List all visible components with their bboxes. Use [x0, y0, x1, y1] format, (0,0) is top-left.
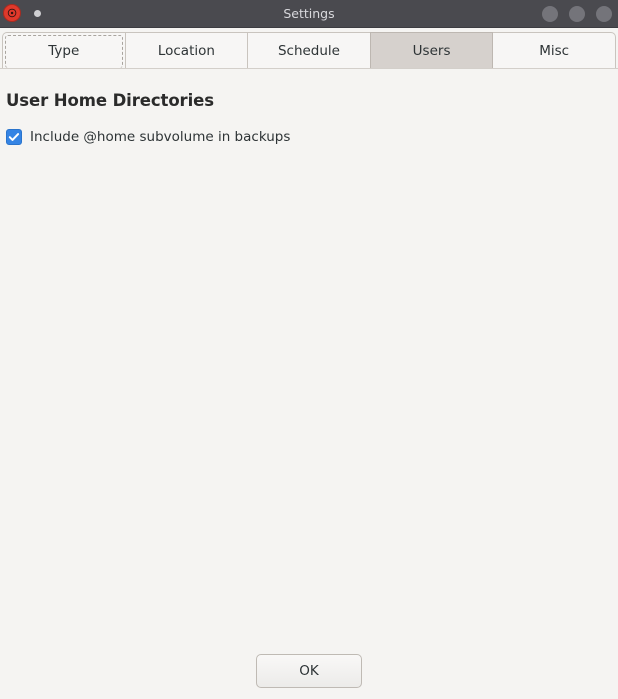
include-home-subvolume-checkbox[interactable]	[6, 129, 22, 145]
tab-label: Type	[48, 42, 80, 59]
tab-bar: Type Location Schedule Users Misc	[0, 28, 618, 69]
tab-misc[interactable]: Misc	[492, 32, 616, 68]
tab-label: Misc	[539, 42, 570, 59]
tab-label: Location	[157, 42, 215, 59]
close-button[interactable]	[596, 5, 612, 22]
tab-label: Schedule	[277, 42, 340, 59]
page-title: User Home Directories	[6, 91, 214, 110]
include-home-subvolume-label: Include @home subvolume in backups	[30, 129, 291, 145]
window-controls	[542, 0, 612, 27]
tab-users[interactable]: Users	[369, 32, 494, 68]
tab-label: Users	[412, 42, 451, 59]
window-title: Settings	[283, 6, 335, 21]
maximize-button[interactable]	[569, 5, 585, 22]
settings-window: ☉ Settings Type Location Schedule Users …	[0, 0, 618, 699]
minimize-button[interactable]	[542, 5, 558, 22]
tab-type[interactable]: Type	[2, 32, 126, 68]
include-home-subvolume-row[interactable]: Include @home subvolume in backups	[6, 129, 612, 145]
title-bar: ☉ Settings	[0, 0, 618, 28]
tab-schedule[interactable]: Schedule	[247, 32, 371, 68]
dialog-footer: OK	[0, 643, 618, 699]
ok-button[interactable]: OK	[256, 654, 362, 688]
tab-panel-users: User Home Directories Include @home subv…	[0, 69, 618, 643]
tab-location[interactable]: Location	[124, 32, 249, 68]
